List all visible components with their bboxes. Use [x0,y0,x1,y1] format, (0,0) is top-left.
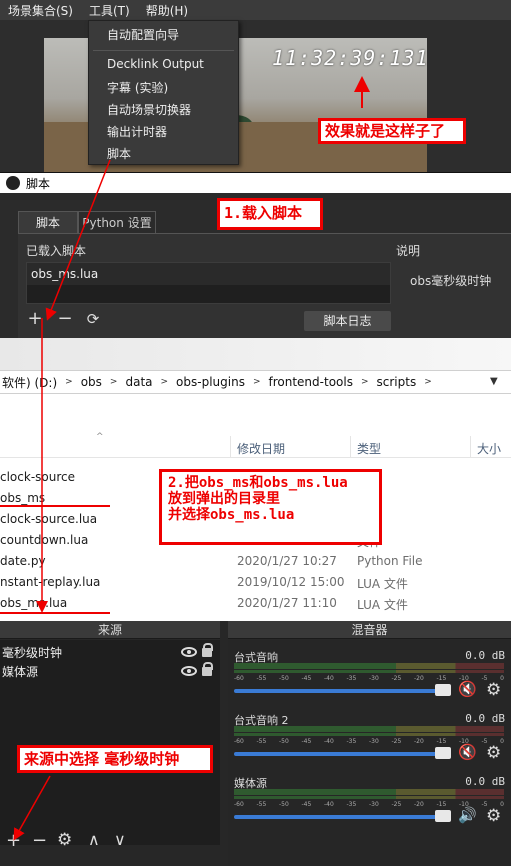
arrow-menu-to-add [45,159,111,321]
annotation-arrows [13,76,370,841]
arrow-to-add-source [13,775,51,841]
